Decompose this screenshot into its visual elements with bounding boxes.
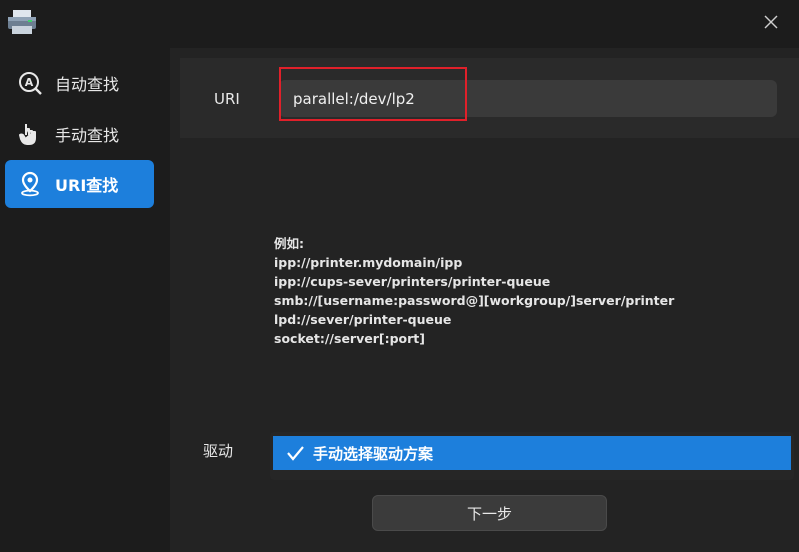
example-line: ipp://printer.mydomain/ipp (274, 255, 463, 270)
uri-input[interactable] (279, 80, 777, 117)
sidebar-item-label: 手动查找 (55, 126, 120, 145)
example-line: smb://[username:password@][workgroup/]se… (274, 293, 675, 308)
next-button[interactable]: 下一步 (372, 495, 607, 531)
sidebar-item-label: 自动查找 (55, 75, 120, 94)
driver-label: 驱动 (203, 442, 234, 460)
uri-label: URI (214, 90, 240, 108)
example-line: socket://server[:port] (274, 331, 425, 346)
printer-app-icon (8, 10, 36, 34)
sidebar-item-uri-search[interactable]: URI查找 (5, 160, 154, 208)
driver-option-manual[interactable]: 手动选择驱动方案 (273, 436, 791, 470)
driver-option-label: 手动选择驱动方案 (313, 444, 434, 463)
svg-text:A: A (25, 76, 34, 89)
sidebar-item-label: URI查找 (55, 176, 119, 195)
close-icon[interactable] (761, 12, 781, 32)
sidebar-item-manual-search[interactable]: 手动查找 (5, 110, 154, 158)
uri-examples: 例如: ipp://printer.mydomain/ipp ipp://cup… (274, 234, 674, 348)
checkmark-icon (287, 446, 304, 461)
title-bar (0, 0, 799, 46)
location-pin-icon (17, 171, 43, 197)
sidebar: A 自动查找 手动查找 URI查找 (0, 46, 165, 552)
example-line: ipp://cups-sever/printers/printer-queue (274, 274, 551, 289)
sidebar-item-auto-search[interactable]: A 自动查找 (5, 59, 154, 107)
examples-heading: 例如: (274, 236, 304, 251)
auto-search-icon: A (17, 70, 43, 96)
example-line: lpd://sever/printer-queue (274, 312, 452, 327)
hand-pointer-icon (17, 121, 43, 147)
